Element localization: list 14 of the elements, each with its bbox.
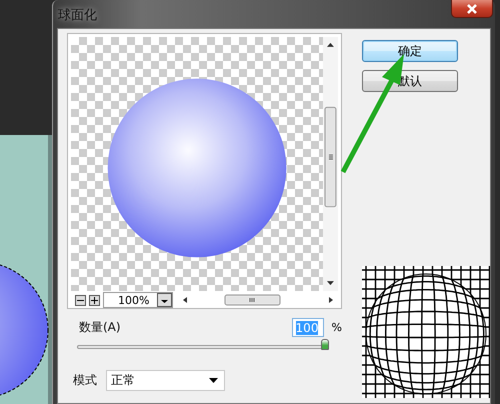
- amount-label: 数量(A): [79, 319, 121, 336]
- amount-slider[interactable]: [77, 337, 329, 351]
- dropdown-arrow-icon: [209, 378, 218, 383]
- percent-label: %: [332, 321, 342, 334]
- zoom-in-button[interactable]: [89, 294, 100, 306]
- mode-dropdown[interactable]: 正常: [106, 370, 225, 391]
- close-icon: [465, 4, 479, 14]
- mode-label: 模式: [73, 372, 97, 389]
- zoom-dropdown[interactable]: 100%: [103, 292, 173, 308]
- close-button[interactable]: [451, 0, 493, 18]
- vertical-scrollbar[interactable]: [323, 37, 338, 291]
- ok-button[interactable]: 确定: [362, 40, 458, 62]
- plus-icon: [91, 296, 98, 304]
- zoom-out-button[interactable]: [75, 294, 86, 306]
